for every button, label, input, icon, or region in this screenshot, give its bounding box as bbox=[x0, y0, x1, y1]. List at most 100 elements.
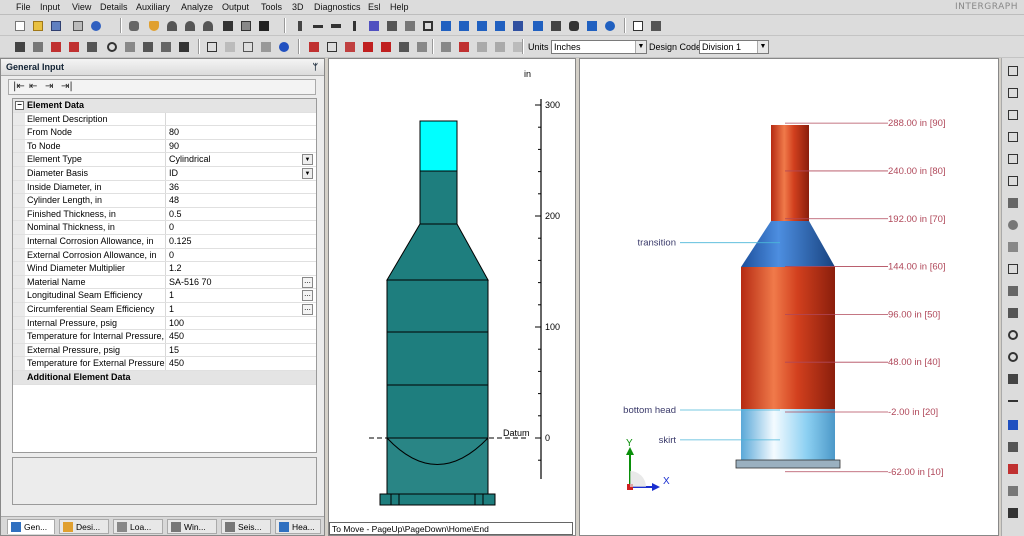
property-value[interactable]: ID bbox=[169, 167, 299, 180]
property-value[interactable]: 1 bbox=[169, 303, 299, 316]
bolt-icon[interactable] bbox=[12, 39, 26, 53]
property-row[interactable]: Circumferential Seam Efficiency 1... bbox=[13, 303, 316, 317]
property-row[interactable]: Internal Pressure, psig 100 bbox=[13, 316, 316, 331]
tab-heat[interactable]: Hea... bbox=[275, 519, 321, 534]
menu-help[interactable]: Help bbox=[390, 2, 409, 12]
leg-icon[interactable] bbox=[510, 18, 524, 32]
paste-icon[interactable] bbox=[492, 39, 506, 53]
collapse-icon[interactable]: − bbox=[15, 101, 24, 110]
cylinder-icon[interactable] bbox=[126, 18, 140, 32]
wire-icon[interactable] bbox=[1006, 262, 1020, 276]
step-icon[interactable] bbox=[438, 39, 452, 53]
pan-icon[interactable] bbox=[122, 39, 136, 53]
property-row[interactable]: Diameter Basis ID ▼ bbox=[13, 167, 316, 181]
report-icon[interactable] bbox=[306, 39, 320, 53]
property-row[interactable]: From Node 80 bbox=[13, 126, 316, 140]
property-value[interactable]: 1.2 bbox=[169, 262, 299, 275]
orbit-icon[interactable] bbox=[1006, 328, 1020, 342]
measure-icon[interactable] bbox=[1006, 394, 1020, 408]
menu-file[interactable]: File bbox=[16, 2, 31, 12]
property-row[interactable]: Finished Thickness, in 0.5 bbox=[13, 207, 316, 222]
output-icon[interactable] bbox=[396, 39, 410, 53]
tab-design[interactable]: Desi... bbox=[59, 519, 109, 534]
view-right-icon[interactable] bbox=[1006, 152, 1020, 166]
menu-analyze[interactable]: Analyze bbox=[181, 2, 213, 12]
vessel-3d-model[interactable] bbox=[735, 125, 841, 469]
node-number-icon[interactable] bbox=[1006, 306, 1020, 320]
shade-icon[interactable] bbox=[1006, 218, 1020, 232]
lining-icon[interactable] bbox=[420, 18, 434, 32]
edit-icon[interactable] bbox=[30, 39, 44, 53]
platform-icon[interactable] bbox=[366, 18, 380, 32]
shaded-icon[interactable] bbox=[222, 39, 236, 53]
save-icon[interactable] bbox=[48, 18, 62, 32]
flange-icon[interactable] bbox=[220, 18, 234, 32]
ring-icon[interactable] bbox=[310, 18, 324, 32]
property-row[interactable]: To Node 90 bbox=[13, 139, 316, 154]
baserings-icon[interactable] bbox=[530, 18, 544, 32]
tray-icon[interactable] bbox=[438, 18, 452, 32]
view-front-icon[interactable] bbox=[1006, 86, 1020, 100]
units-select[interactable]: Inches ▼ bbox=[551, 40, 647, 54]
export-icon[interactable] bbox=[1006, 484, 1020, 498]
node-icon[interactable] bbox=[84, 39, 98, 53]
settings-icon[interactable] bbox=[1006, 440, 1020, 454]
property-value[interactable] bbox=[169, 113, 299, 126]
spherical-head-icon[interactable] bbox=[200, 18, 214, 32]
section-header-additional[interactable]: Additional Element Data bbox=[13, 371, 316, 385]
fit-icon[interactable] bbox=[158, 39, 172, 53]
property-value[interactable]: Cylindrical bbox=[169, 153, 299, 166]
property-value[interactable]: 0 bbox=[169, 221, 299, 234]
property-row[interactable]: External Corrosion Allowance, in 0 bbox=[13, 248, 316, 263]
camera-icon[interactable] bbox=[1006, 506, 1020, 520]
upper-shell-3d[interactable] bbox=[771, 125, 809, 221]
wireframe-icon[interactable] bbox=[204, 39, 218, 53]
cut-icon[interactable] bbox=[456, 39, 470, 53]
view-bottom-icon[interactable] bbox=[1006, 196, 1020, 210]
first-element-button[interactable]: |⇤ bbox=[13, 81, 25, 92]
property-value[interactable]: 36 bbox=[169, 181, 299, 194]
property-value[interactable]: SA-516 70 bbox=[169, 276, 299, 289]
wind-icon[interactable] bbox=[602, 18, 616, 32]
zoom-icon[interactable] bbox=[104, 39, 118, 53]
weight-icon[interactable] bbox=[328, 18, 342, 32]
ellipsis-button[interactable]: ... bbox=[302, 290, 313, 302]
property-value[interactable]: 90 bbox=[169, 140, 299, 153]
ruler-icon[interactable] bbox=[66, 39, 80, 53]
tab-load[interactable]: Loa... bbox=[113, 519, 163, 534]
nozzle-add-icon[interactable] bbox=[48, 39, 62, 53]
property-value[interactable]: 100 bbox=[169, 317, 299, 330]
cone-transition[interactable] bbox=[386, 223, 489, 281]
elevation-drawing[interactable]: 300 200 100 0 in Datum bbox=[329, 59, 575, 521]
table-icon[interactable] bbox=[324, 39, 338, 53]
menu-3d[interactable]: 3D bbox=[292, 2, 304, 12]
next-element-button[interactable]: ⇥ bbox=[45, 81, 53, 92]
menu-details[interactable]: Details bbox=[100, 2, 128, 12]
property-row[interactable]: Element Type Cylindrical ▼ bbox=[13, 153, 316, 167]
select-icon[interactable] bbox=[176, 39, 190, 53]
property-row[interactable]: Nominal Thickness, in 0 bbox=[13, 221, 316, 235]
property-value[interactable]: 0.5 bbox=[169, 208, 299, 221]
property-value[interactable]: 80 bbox=[169, 126, 299, 139]
elliptical-head-icon[interactable] bbox=[164, 18, 178, 32]
property-value[interactable]: 48 bbox=[169, 194, 299, 207]
chevron-down-icon[interactable]: ▼ bbox=[635, 41, 646, 53]
chevron-down-icon[interactable]: ▼ bbox=[302, 154, 313, 166]
error-check-icon[interactable] bbox=[360, 39, 374, 53]
tree-icon[interactable] bbox=[648, 18, 662, 32]
view-back-icon[interactable] bbox=[1006, 108, 1020, 122]
property-row[interactable]: Element Description bbox=[13, 112, 316, 127]
jacket-icon[interactable] bbox=[566, 18, 580, 32]
property-value[interactable]: 1 bbox=[169, 289, 299, 302]
previous-element-button[interactable]: ⇤ bbox=[29, 81, 37, 92]
base-ring-3d[interactable] bbox=[735, 459, 841, 469]
tab-general[interactable]: Gen... bbox=[7, 519, 55, 534]
chevron-down-icon[interactable]: ▼ bbox=[302, 168, 313, 179]
elevation-view[interactable]: 300 200 100 0 in Datum To Move - PageUp\Pag… bbox=[328, 58, 576, 536]
drawing-icon[interactable] bbox=[414, 39, 428, 53]
upper-cylinder[interactable] bbox=[419, 170, 458, 225]
print-icon[interactable] bbox=[70, 18, 84, 32]
last-element-button[interactable]: ⇥| bbox=[61, 81, 73, 92]
property-value[interactable]: 0.125 bbox=[169, 235, 299, 248]
property-row[interactable]: Cylinder Length, in 48 bbox=[13, 194, 316, 208]
